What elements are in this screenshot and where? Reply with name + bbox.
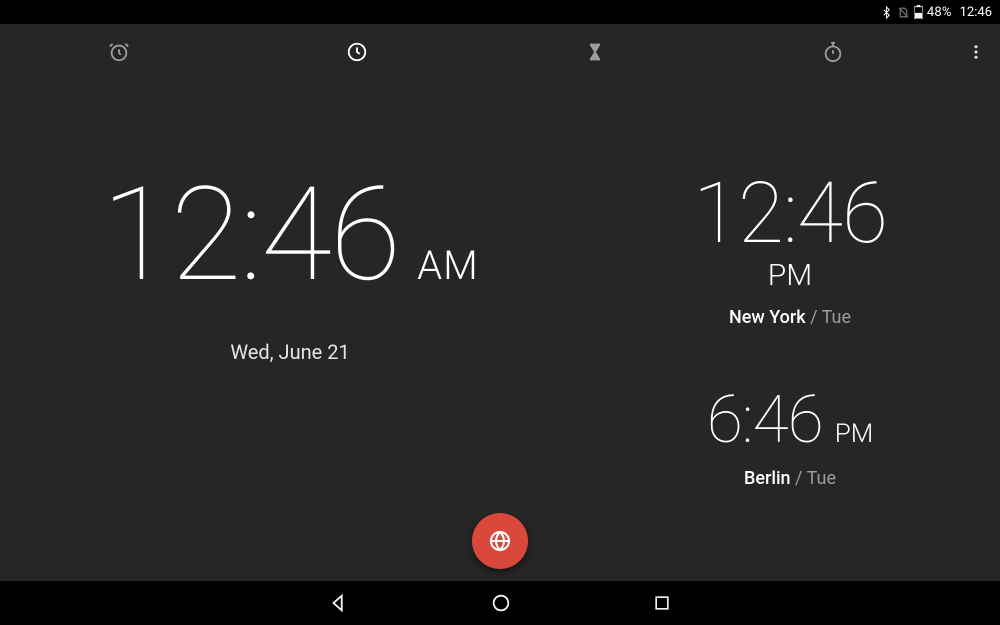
back-button[interactable] [328,592,350,614]
clock-icon [346,41,368,63]
tab-stopwatch[interactable] [714,41,952,63]
world-clock-ampm: PM [768,258,812,293]
tab-bar [0,24,1000,80]
overflow-menu-button[interactable] [952,43,1000,61]
alarm-icon [108,41,130,63]
recent-apps-button[interactable] [652,593,672,613]
world-clock-city: Berlin [744,468,791,489]
world-clock-time: 12:46 [693,172,887,256]
tab-timer[interactable] [476,42,714,62]
tab-alarm[interactable] [0,41,238,63]
local-time: 12:46 [101,170,399,300]
clock-app: 12:46 AM Wed, June 21 12:46 PM New York … [0,24,1000,581]
android-nav-bar [0,581,1000,625]
local-ampm: AM [417,242,479,289]
status-clock: 12:46 [960,5,992,20]
world-clock-list: 12:46 PM New York / Tue 6:46 PM Berlin /… [580,80,1000,581]
world-clock-city: New York [729,307,806,328]
more-vert-icon [967,43,985,61]
world-clock-entry[interactable]: 6:46 PM Berlin / Tue [707,388,874,489]
stopwatch-icon [822,41,844,63]
android-status-bar: 48% 12:46 [0,0,1000,24]
add-world-clock-button[interactable] [472,513,528,569]
bluetooth-icon [880,6,893,19]
globe-icon [488,529,512,553]
clock-content: 12:46 AM Wed, June 21 12:46 PM New York … [0,80,1000,581]
world-clock-ampm: PM [835,419,874,449]
tab-clock[interactable] [238,41,476,63]
local-clock: 12:46 AM Wed, June 21 [0,80,580,581]
world-clock-day: Tue [807,468,836,489]
battery-icon [914,5,923,19]
world-clock-entry[interactable]: 12:46 PM New York / Tue [693,172,887,328]
battery-percent: 48% [927,5,952,20]
no-sim-icon [897,6,910,19]
hourglass-icon [585,42,605,62]
world-clock-time: 6:46 [707,388,823,454]
local-date: Wed, June 21 [230,340,349,364]
world-clock-day: Tue [822,307,851,328]
home-button[interactable] [490,592,512,614]
